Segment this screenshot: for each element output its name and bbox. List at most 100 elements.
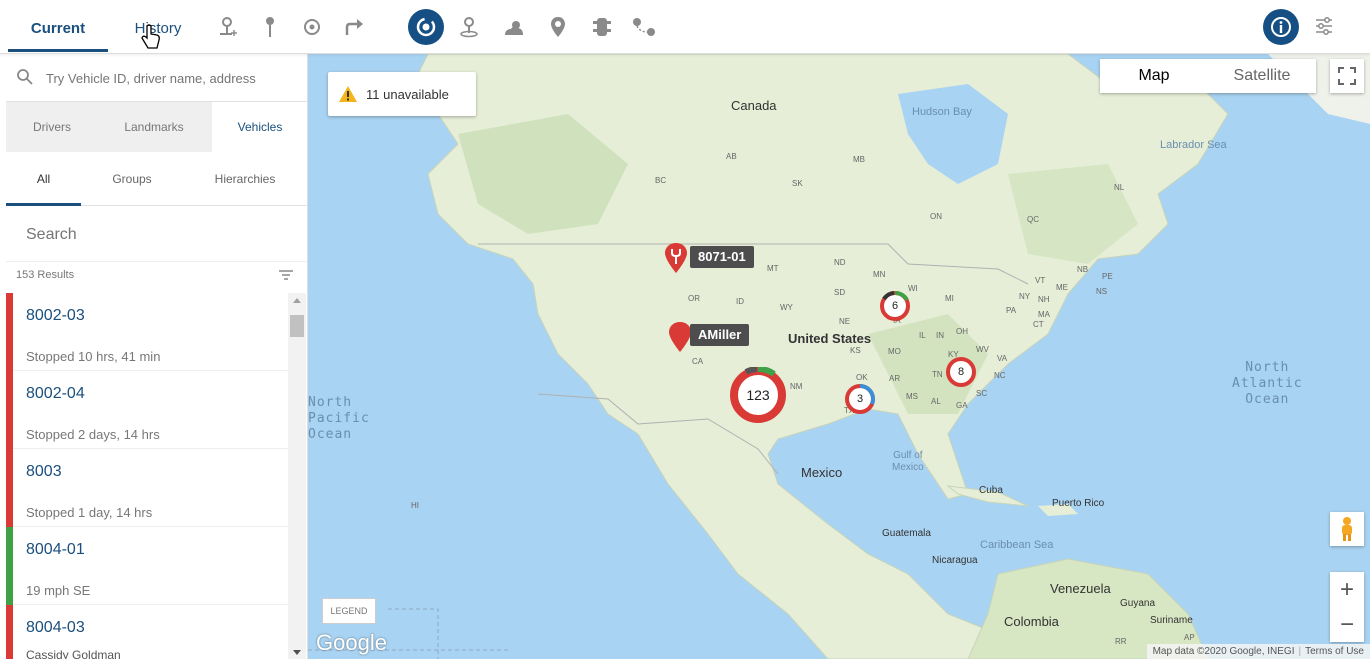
- tab-drivers[interactable]: Drivers: [6, 102, 98, 152]
- legend-button[interactable]: LEGEND: [322, 598, 376, 624]
- add-location-icon[interactable]: [214, 13, 242, 41]
- state-label: IL: [919, 331, 926, 340]
- terms-of-use-link[interactable]: Terms of Use: [1305, 646, 1364, 657]
- fullscreen-icon: [1338, 67, 1356, 85]
- map-canvas[interactable]: Canada Hudson Bay Labrador Sea United St…: [308, 54, 1370, 659]
- state-label: AR: [889, 374, 901, 383]
- label-hudson-bay: Hudson Bay: [912, 106, 972, 118]
- map-type-map-button[interactable]: Map: [1100, 59, 1208, 93]
- status-color-bar: [6, 371, 13, 449]
- info-icon: [1271, 17, 1291, 37]
- state-label: GA: [956, 401, 968, 410]
- fullscreen-button[interactable]: [1330, 59, 1364, 93]
- vehicle-subtabs: All Groups Hierarchies: [6, 152, 307, 206]
- tab-vehicles[interactable]: Vehicles: [212, 102, 307, 152]
- label-north-atlantic: North Atlantic Ocean: [1232, 360, 1303, 407]
- list-item[interactable]: 8002-03 Stopped 10 hrs, 41 min: [6, 293, 288, 371]
- vehicle-marker-icon[interactable]: [668, 321, 692, 353]
- settings-sliders-icon[interactable]: [1314, 16, 1334, 41]
- zoom-control: + −: [1330, 572, 1364, 642]
- redirect-arrow-icon[interactable]: [340, 13, 368, 41]
- zoom-out-button[interactable]: −: [1330, 607, 1364, 642]
- unavailable-notice[interactable]: 11 unavailable: [328, 72, 476, 116]
- cluster-marker-8[interactable]: 8: [946, 357, 976, 387]
- label-caribbean-sea: Caribbean Sea: [980, 539, 1054, 551]
- state-label: HI: [411, 501, 419, 510]
- global-search-input[interactable]: [44, 66, 300, 90]
- list-search: [6, 206, 307, 262]
- vehicle-callout-8071-01[interactable]: 8071-01: [690, 246, 754, 268]
- list-item[interactable]: 8004-03 Cassidy Goldman: [6, 605, 288, 659]
- vehicle-callout-amiller[interactable]: AMiller: [690, 324, 750, 346]
- state-label: MI: [945, 294, 954, 303]
- list-scrollbar[interactable]: [288, 293, 306, 659]
- state-label: MT: [767, 264, 779, 273]
- google-logo: Google: [316, 630, 387, 655]
- entity-tabs: Drivers Landmarks Vehicles: [6, 102, 307, 152]
- vehicle-list: 8002-03 Stopped 10 hrs, 41 min 8002-04 S…: [6, 293, 288, 659]
- state-label: MS: [906, 392, 918, 401]
- map-type-satellite-button[interactable]: Satellite: [1208, 59, 1316, 93]
- scroll-up-arrow-icon[interactable]: [293, 298, 301, 303]
- route-icon[interactable]: [630, 13, 658, 41]
- label-north-pacific: North Pacific Ocean: [308, 395, 370, 442]
- list-item[interactable]: 8002-04 Stopped 2 days, 14 hrs: [6, 371, 288, 449]
- landmark-icon[interactable]: [455, 13, 483, 41]
- label-united-states: United States: [788, 331, 872, 346]
- pegman-icon: [1342, 517, 1352, 541]
- state-label: NH: [1038, 295, 1050, 304]
- pin-icon[interactable]: [256, 13, 284, 41]
- zoom-in-button[interactable]: +: [1330, 572, 1364, 607]
- subtab-hierarchies[interactable]: Hierarchies: [202, 152, 288, 206]
- label-colombia: Colombia: [1004, 614, 1059, 629]
- state-label: ON: [930, 212, 942, 221]
- state-label: BC: [655, 176, 667, 185]
- state-label: AB: [726, 152, 737, 161]
- state-label: IN: [936, 331, 944, 340]
- vehicle-id: 8002-04: [26, 385, 85, 402]
- state-label: KS: [850, 346, 861, 355]
- traffic-light-icon[interactable]: [588, 13, 616, 41]
- live-tracking-icon[interactable]: [408, 9, 444, 45]
- tab-current[interactable]: Current: [8, 0, 108, 52]
- info-button[interactable]: [1263, 9, 1299, 45]
- vehicle-id: 8004-03: [26, 619, 85, 636]
- weather-icon[interactable]: [500, 13, 528, 41]
- subtab-all[interactable]: All: [6, 152, 81, 206]
- top-toolbar: Current History: [0, 0, 1370, 54]
- map-marker-icon[interactable]: [544, 13, 572, 41]
- state-label: OR: [688, 294, 700, 303]
- state-label: PA: [1006, 306, 1017, 315]
- state-label: OH: [956, 327, 968, 336]
- state-label: RR: [1115, 637, 1127, 646]
- state-label: ND: [834, 258, 846, 267]
- label-gulf-of-mexico: Gulf of Mexico: [892, 450, 924, 473]
- state-label: WV: [976, 345, 989, 354]
- state-label: ID: [736, 297, 744, 306]
- street-view-button[interactable]: [1330, 512, 1364, 546]
- state-label: AL: [931, 397, 941, 406]
- state-label: MN: [873, 270, 886, 279]
- status-color-bar: [6, 605, 13, 659]
- state-label: VT: [1035, 276, 1046, 285]
- list-search-input[interactable]: [24, 222, 284, 248]
- scroll-down-arrow-icon[interactable]: [293, 650, 301, 655]
- vehicle-status: Stopped 10 hrs, 41 min: [26, 349, 161, 364]
- state-label: NC: [994, 371, 1006, 380]
- scroll-thumb[interactable]: [290, 315, 304, 337]
- filter-icon[interactable]: [278, 268, 294, 286]
- subtab-groups[interactable]: Groups: [94, 152, 170, 206]
- crosshair-icon[interactable]: [298, 13, 326, 41]
- wrench-marker-icon[interactable]: [664, 242, 688, 274]
- state-label: NB: [1077, 265, 1089, 274]
- label-puerto-rico: Puerto Rico: [1052, 498, 1105, 509]
- state-label: OK: [856, 373, 868, 382]
- label-canada: Canada: [731, 98, 777, 113]
- state-label: NE: [839, 317, 851, 326]
- warning-icon: [339, 86, 357, 102]
- list-item[interactable]: 8003 Stopped 1 day, 14 hrs: [6, 449, 288, 527]
- list-item[interactable]: 8004-01 19 mph SE: [6, 527, 288, 605]
- status-color-bar: [6, 527, 13, 605]
- tab-landmarks[interactable]: Landmarks: [106, 102, 202, 152]
- label-mexico: Mexico: [801, 465, 843, 480]
